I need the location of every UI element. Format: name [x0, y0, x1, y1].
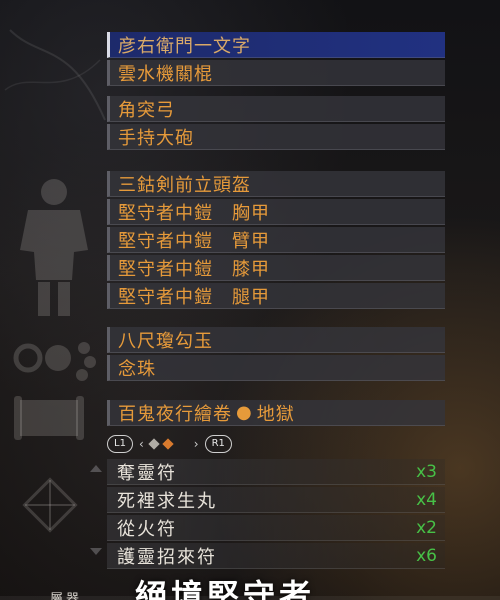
- scroll-up-indicator: [90, 465, 102, 472]
- scroll-down-indicator: [90, 548, 102, 555]
- armor-chest-slot[interactable]: 堅守者中鎧 胸甲: [107, 199, 445, 225]
- item-name: 護靈招來符: [117, 546, 217, 568]
- scroll-separator: ●: [236, 402, 253, 423]
- armor-arms-slot[interactable]: 堅守者中鎧 臂甲: [107, 227, 445, 253]
- item-name: 從火符: [117, 518, 177, 540]
- brush-stroke-decoration: [4, 29, 106, 121]
- item-quantity: x6: [416, 545, 437, 566]
- equipment-screen: 彦右衛門一文字 雲水機關棍 角突弓 手持大砲 三鈷剣前立頭盔 堅守者中鎧 胸甲 …: [0, 0, 500, 600]
- weapon-slot-1[interactable]: 彦右衛門一文字: [107, 32, 445, 58]
- item-name: 死裡求生丸: [117, 490, 217, 512]
- attribute-label: 屬器: [50, 592, 83, 600]
- page-left-arrow[interactable]: ‹: [139, 437, 144, 451]
- scroll-icon: [14, 396, 84, 440]
- l1-button[interactable]: L1: [107, 435, 133, 453]
- armor-head-slot[interactable]: 三鈷剣前立頭盔: [107, 171, 445, 197]
- armor-legs-slot[interactable]: 堅守者中鎧 腿甲: [107, 283, 445, 309]
- category-icons-column: [0, 0, 106, 600]
- page-indicator-2-active: [162, 438, 174, 450]
- item-quantity: x2: [416, 517, 437, 538]
- page-indicator-1: [148, 438, 160, 450]
- item-slot-1[interactable]: 奪靈符 x3: [107, 459, 445, 485]
- ranged-slot-2[interactable]: 手持大砲: [107, 124, 445, 150]
- accessory-slot-1[interactable]: 八尺瓊勾玉: [107, 327, 445, 353]
- item-slot-3[interactable]: 從火符 x2: [107, 515, 445, 541]
- armor-waist-slot[interactable]: 堅守者中鎧 膝甲: [107, 255, 445, 281]
- ranged-slot-1[interactable]: 角突弓: [107, 96, 445, 122]
- scroll-name: 百鬼夜行繪卷: [118, 403, 232, 425]
- set-bonus-title: 絕境堅守者: [135, 577, 316, 600]
- page-right-arrow[interactable]: ›: [194, 437, 199, 451]
- r1-button[interactable]: R1: [204, 435, 232, 453]
- weapon-slot-2[interactable]: 雲水機關棍: [107, 60, 445, 86]
- scroll-slot[interactable]: 百鬼夜行繪卷 ● 地獄: [107, 400, 445, 426]
- item-name: 奪靈符: [117, 462, 177, 484]
- item-slot-4[interactable]: 護靈招來符 x6: [107, 543, 445, 569]
- accessory-icon: [13, 342, 96, 381]
- items-icon: [22, 477, 78, 533]
- accessory-slot-2[interactable]: 念珠: [107, 355, 445, 381]
- scroll-difficulty: 地獄: [256, 403, 295, 425]
- item-slot-2[interactable]: 死裡求生丸 x4: [107, 487, 445, 513]
- item-page-switcher: L1 ‹ › R1: [107, 433, 232, 455]
- armor-icon: [20, 179, 88, 316]
- item-quantity: x3: [416, 461, 437, 482]
- item-quantity: x4: [416, 489, 437, 510]
